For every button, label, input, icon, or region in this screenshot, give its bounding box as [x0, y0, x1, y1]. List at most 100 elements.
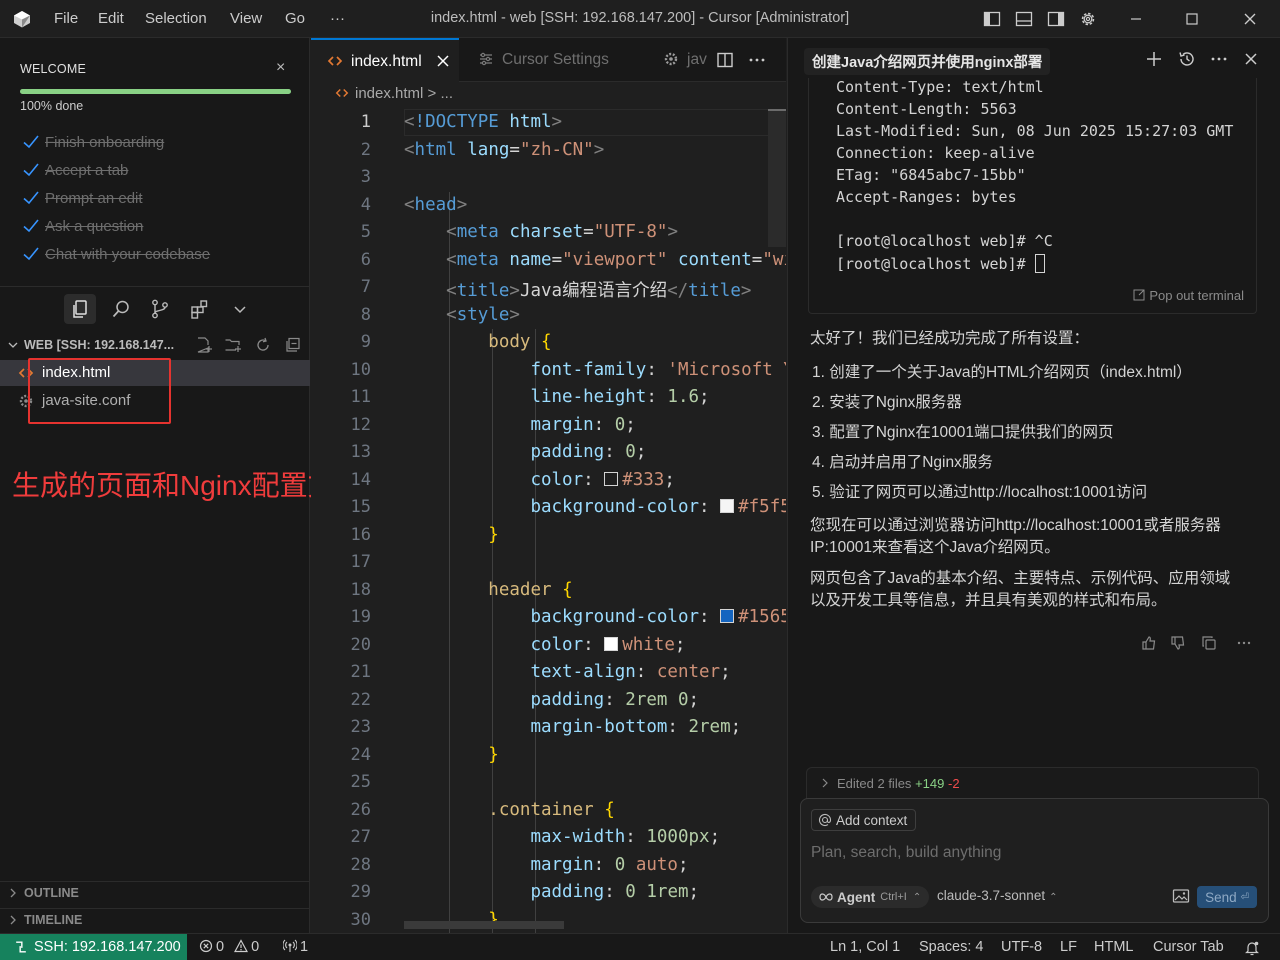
split-editor-icon[interactable] [715, 50, 735, 70]
code-line[interactable]: 12 margin: 0; [311, 412, 786, 440]
tab-java-site-conf[interactable]: jav [651, 38, 709, 82]
code-line[interactable]: 2 <html lang="zh-CN"> [311, 137, 786, 165]
ports-indicator[interactable]: 1 [283, 939, 308, 955]
code-line[interactable]: 17 [311, 549, 786, 577]
collapse-all-icon[interactable] [284, 336, 302, 354]
color-swatch-icon[interactable] [604, 636, 619, 651]
code-line[interactable]: 19 background-color: #1565c0; [311, 604, 786, 632]
encoding-setting[interactable]: UTF-8 [1001, 939, 1042, 955]
code-line[interactable]: 29 padding: 0 1rem; [311, 879, 786, 907]
code-line[interactable]: 27 max-width: 1000px; [311, 824, 786, 852]
code-line[interactable]: 9 body { [311, 329, 786, 357]
color-swatch-icon[interactable] [604, 471, 619, 486]
close-window-icon[interactable] [1240, 9, 1260, 29]
thumbs-down-icon[interactable] [1170, 635, 1186, 651]
toggle-secondary-sidebar-icon[interactable] [1046, 9, 1066, 29]
menu-go[interactable]: Go [285, 10, 305, 27]
code-line[interactable]: 13 padding: 0; [311, 439, 786, 467]
send-button[interactable]: Send ⏎ [1197, 886, 1257, 908]
chat-input[interactable]: Plan, search, build anything [811, 844, 1001, 862]
outline-section-header[interactable]: OUTLINE [0, 881, 310, 903]
breadcrumb-more[interactable]: ... [440, 85, 453, 102]
maximize-icon[interactable] [1182, 9, 1202, 29]
extensions-icon[interactable] [189, 298, 211, 320]
code-line[interactable]: 20 color: white; [311, 632, 786, 660]
remote-indicator[interactable]: SSH: 192.168.147.200 [0, 934, 187, 960]
code-line[interactable]: 6 <meta name="viewport" content="width=d… [311, 247, 786, 275]
code-line[interactable]: 1 <!DOCTYPE html> [311, 109, 786, 137]
pop-out-terminal-button[interactable]: Pop out terminal [1133, 288, 1244, 303]
checklist-item[interactable]: Chat with your codebase [22, 240, 210, 268]
menu-selection[interactable]: Selection [145, 10, 207, 27]
thumbs-up-icon[interactable] [1141, 635, 1157, 651]
code-line[interactable]: 7 <title>Java编程语言介绍</title> [311, 274, 786, 302]
code-line[interactable]: 21 text-align: center; [311, 659, 786, 687]
eol-setting[interactable]: LF [1060, 939, 1077, 955]
code-line[interactable]: 3 [311, 164, 786, 192]
history-icon[interactable] [1177, 49, 1197, 69]
breadcrumb[interactable]: index.html > ... [335, 85, 453, 102]
code-editor[interactable]: 1 <!DOCTYPE html> 2 <html lang="zh-CN"> 3 4 <h… [311, 109, 786, 934]
chat-title[interactable]: 创建Java介绍网页并使用nginx部署 [804, 48, 1051, 75]
checklist-item[interactable]: Accept a tab [22, 156, 210, 184]
tab-cursor-settings[interactable]: Cursor Settings [460, 38, 640, 82]
search-icon[interactable] [110, 298, 132, 320]
indentation-setting[interactable]: Spaces: 4 [919, 939, 984, 955]
new-folder-icon[interactable] [224, 336, 242, 354]
language-mode[interactable]: HTML [1094, 939, 1133, 955]
code-line[interactable]: 11 line-height: 1.6; [311, 384, 786, 412]
menu-file[interactable]: File [54, 10, 78, 27]
checklist-item[interactable]: Finish onboarding [22, 128, 210, 156]
menu-view[interactable]: View [230, 10, 262, 27]
close-tab-icon[interactable] [435, 53, 451, 69]
edited-files-summary[interactable]: Edited 2 files +149 -2 [806, 767, 1259, 799]
agent-mode-selector[interactable]: Agent Ctrl+I ⌃ [811, 886, 930, 908]
code-line[interactable]: 28 margin: 0 auto; [311, 852, 786, 880]
color-swatch-icon[interactable] [720, 609, 735, 623]
code-line[interactable]: 5 <meta charset="UTF-8"> [311, 219, 786, 247]
image-attach-icon[interactable] [1172, 888, 1190, 904]
refresh-icon[interactable] [254, 336, 272, 354]
minimap[interactable] [768, 109, 786, 247]
new-file-icon[interactable] [195, 336, 213, 354]
toggle-primary-sidebar-icon[interactable] [982, 9, 1002, 29]
code-line[interactable]: 16 } [311, 522, 786, 550]
cursor-position[interactable]: Ln 1, Col 1 [830, 939, 900, 955]
message-more-icon[interactable] [1236, 635, 1252, 651]
code-line[interactable]: 8 <style> [311, 302, 786, 330]
color-swatch-icon[interactable] [720, 499, 735, 513]
new-chat-icon[interactable] [1144, 49, 1164, 69]
timeline-section-header[interactable]: TIMELINE [0, 908, 310, 930]
settings-gear-icon[interactable] [1078, 9, 1098, 29]
source-control-icon[interactable] [149, 298, 171, 320]
embedded-terminal-output[interactable]: Content-Type: text/html Content-Length: … [808, 78, 1257, 314]
chevron-down-icon[interactable] [229, 298, 251, 320]
checklist-item[interactable]: Ask a question [22, 212, 210, 240]
code-line[interactable]: 25 [311, 769, 786, 797]
explorer-files-icon[interactable] [69, 298, 91, 320]
explorer-root-header[interactable]: WEB [SSH: 192.168.147... [0, 334, 310, 356]
minimize-icon[interactable] [1126, 9, 1146, 29]
more-actions-icon[interactable] [747, 50, 767, 70]
more-options-icon[interactable] [1209, 49, 1229, 69]
model-selector[interactable]: claude-3.7-sonnet ⌃ [937, 888, 1057, 903]
code-line[interactable]: 26 .container { [311, 797, 786, 825]
breadcrumb-file[interactable]: index.html [355, 85, 423, 102]
checklist-item[interactable]: Prompt an edit [22, 184, 210, 212]
code-line[interactable]: 10 font-family: 'Microsoft YaHei' [311, 357, 786, 385]
close-panel-icon[interactable] [1241, 49, 1261, 69]
add-context-button[interactable]: Add context [811, 809, 917, 831]
cursor-tab-status[interactable]: Cursor Tab [1153, 939, 1224, 955]
copy-icon[interactable] [1201, 635, 1217, 651]
menu-more-button[interactable]: ··· [330, 10, 345, 27]
horizontal-scrollbar[interactable] [404, 921, 564, 929]
welcome-close-icon[interactable]: × [276, 59, 285, 77]
menu-edit[interactable]: Edit [98, 10, 124, 27]
code-line[interactable]: 22 padding: 2rem 0; [311, 687, 786, 715]
code-line[interactable]: 14 color: #333; [311, 467, 786, 495]
code-line[interactable]: 18 header { [311, 577, 786, 605]
toggle-panel-icon[interactable] [1014, 9, 1034, 29]
tab-index-html[interactable]: index.html [311, 38, 459, 82]
code-line[interactable]: 23 margin-bottom: 2rem; [311, 714, 786, 742]
code-line[interactable]: 24 } [311, 742, 786, 770]
